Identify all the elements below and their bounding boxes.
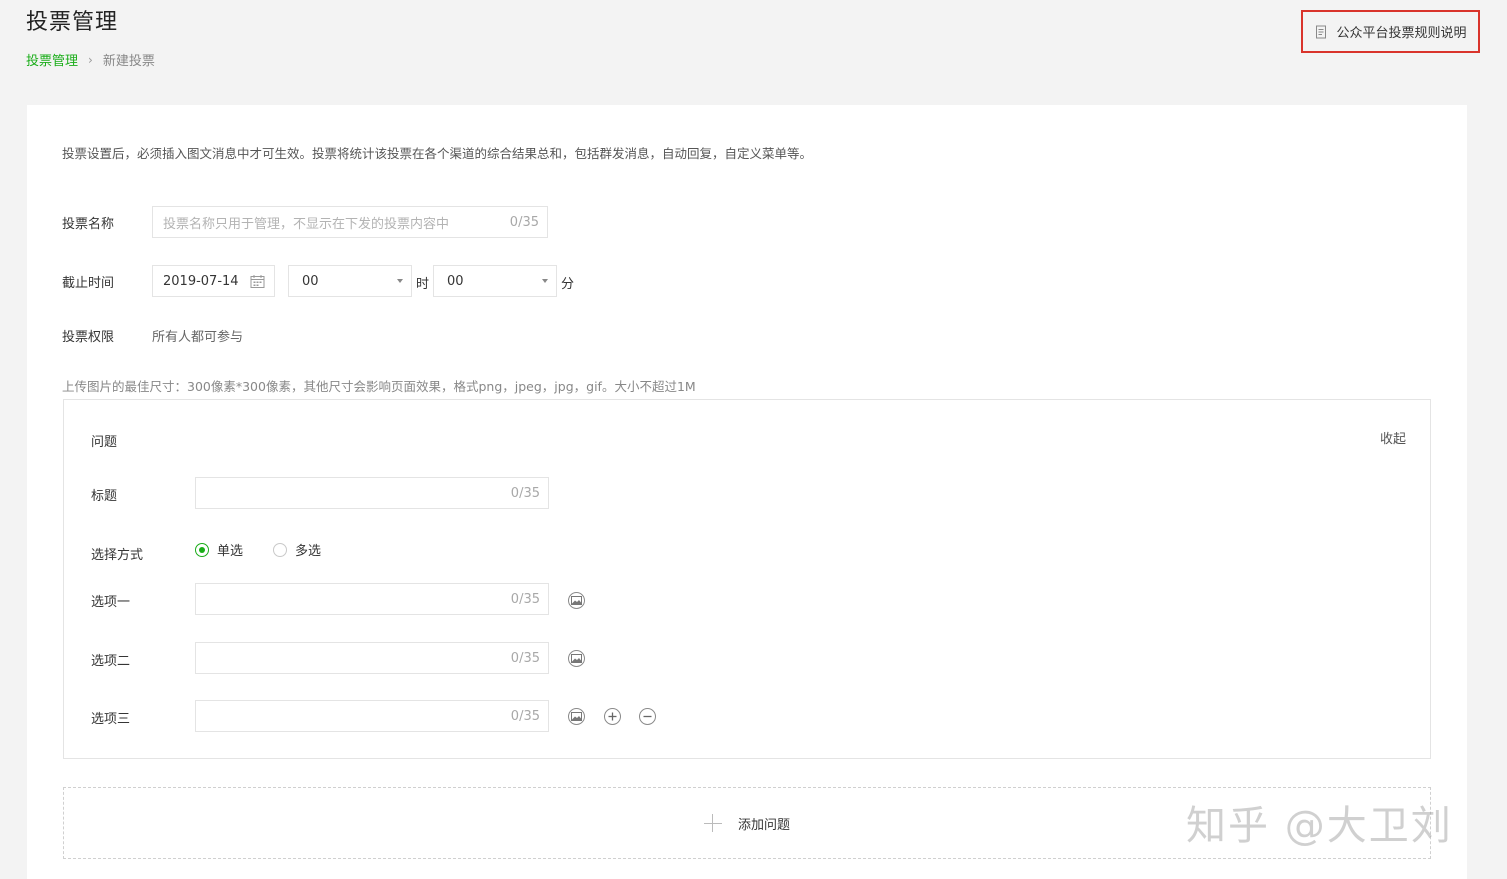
- option-label: 选项三: [91, 712, 131, 727]
- collapse-link[interactable]: 收起: [1380, 428, 1406, 447]
- question-title-counter: 0/35: [510, 485, 540, 501]
- watermark: 知乎 @大卫刘: [1186, 803, 1453, 849]
- hour-unit: 时: [416, 277, 430, 292]
- vote-rules-link[interactable]: 公众平台投票规则说明: [1301, 10, 1480, 53]
- radio-single-label: 单选: [217, 544, 244, 559]
- question-title-input[interactable]: 0/35: [195, 477, 549, 509]
- question-title-label: 标题: [91, 489, 118, 504]
- radio-unchecked-icon: [273, 542, 287, 557]
- page-title: 投票管理: [26, 10, 119, 35]
- chevron-down-icon: [397, 279, 403, 283]
- image-upload-icon[interactable]: [568, 592, 585, 609]
- question-panel: 问题 收起 标题 0/35 选择方式 单选 多选 选项一 0/35 选项二 0/…: [63, 399, 1431, 759]
- breadcrumb-separator: ›: [88, 52, 93, 67]
- hour-select[interactable]: 00: [288, 265, 412, 297]
- question-heading: 问题: [91, 435, 118, 450]
- new-vote-card: 投票设置后，必须插入图文消息中才可生效。投票将统计该投票在各个渠道的综合结果总和…: [27, 105, 1467, 879]
- option-label: 选项二: [91, 654, 131, 669]
- add-option-icon[interactable]: [604, 708, 621, 725]
- notice-text: 投票设置后，必须插入图文消息中才可生效。投票将统计该投票在各个渠道的综合结果总和…: [62, 146, 813, 161]
- select-mode-label: 选择方式: [91, 548, 144, 563]
- plus-icon: [703, 814, 722, 832]
- breadcrumb: 投票管理 › 新建投票: [26, 50, 155, 70]
- option-counter: 0/35: [510, 650, 540, 666]
- option-label: 选项一: [91, 595, 131, 610]
- option-input[interactable]: 0/35: [195, 583, 549, 615]
- option-input[interactable]: 0/35: [195, 642, 549, 674]
- vote-name-placeholder: 投票名称只用于管理，不显示在下发的投票内容中: [163, 216, 450, 232]
- breadcrumb-link-vote-management[interactable]: 投票管理: [26, 50, 78, 69]
- vote-rules-link-label: 公众平台投票规则说明: [1336, 26, 1467, 41]
- option-input[interactable]: 0/35: [195, 700, 549, 732]
- radio-checked-icon: [195, 542, 209, 557]
- permission-label: 投票权限: [62, 330, 115, 345]
- calendar-icon: [250, 274, 265, 289]
- radio-multiple[interactable]: 多选: [273, 540, 321, 559]
- minute-unit: 分: [561, 277, 575, 292]
- option-counter: 0/35: [510, 591, 540, 607]
- image-upload-icon[interactable]: [568, 708, 585, 725]
- image-upload-icon[interactable]: [568, 650, 585, 667]
- radio-multiple-label: 多选: [295, 544, 322, 559]
- document-icon: [1314, 25, 1328, 39]
- upload-tip: 上传图片的最佳尺寸：300像素*300像素，其他尺寸会影响页面效果，格式png，…: [62, 379, 696, 394]
- add-question-label: 添加问题: [737, 817, 790, 833]
- breadcrumb-current: 新建投票: [102, 54, 155, 69]
- remove-option-icon[interactable]: [639, 708, 656, 725]
- deadline-date-value: 2019-07-14: [163, 273, 239, 289]
- hour-value: 00: [302, 273, 319, 289]
- chevron-down-icon: [542, 279, 548, 283]
- minute-value: 00: [447, 273, 464, 289]
- vote-name-label: 投票名称: [62, 217, 115, 232]
- deadline-date-picker[interactable]: 2019-07-14: [152, 265, 275, 297]
- option-counter: 0/35: [510, 708, 540, 724]
- deadline-label: 截止时间: [62, 276, 115, 291]
- vote-name-input[interactable]: 投票名称只用于管理，不显示在下发的投票内容中 0/35: [152, 206, 548, 238]
- minute-select[interactable]: 00: [433, 265, 557, 297]
- permission-value: 所有人都可参与: [152, 330, 244, 345]
- vote-name-counter: 0/35: [509, 214, 539, 230]
- radio-single[interactable]: 单选: [195, 540, 243, 559]
